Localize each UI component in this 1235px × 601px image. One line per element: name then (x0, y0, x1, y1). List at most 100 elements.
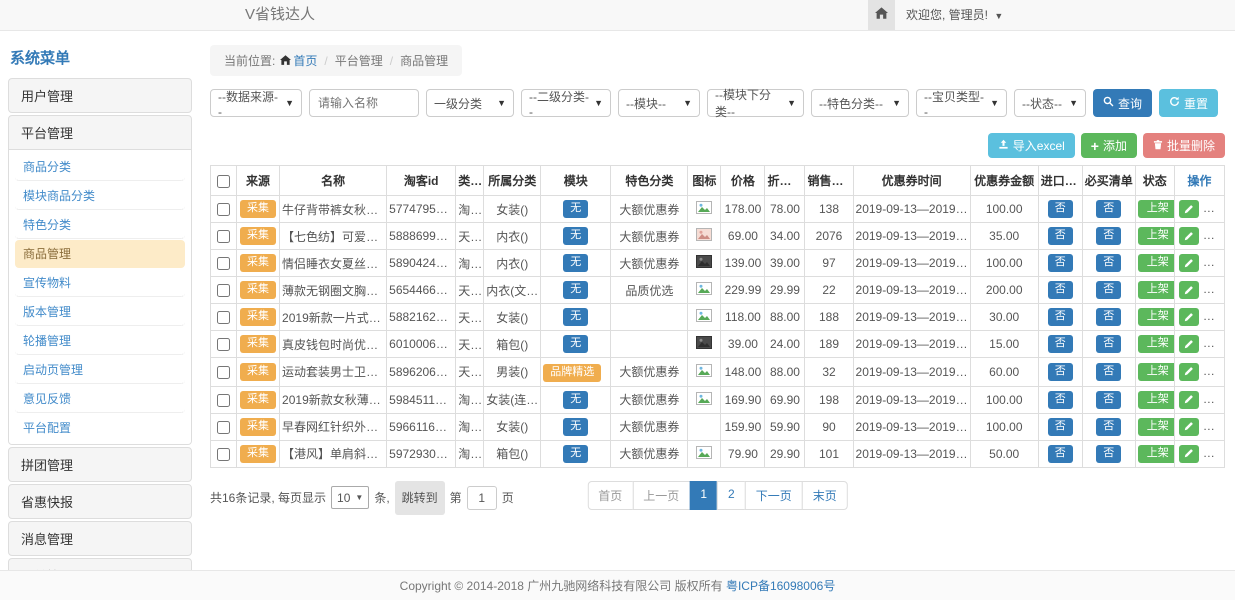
status-badge[interactable]: 上架 (1138, 445, 1175, 463)
sidebar-item[interactable]: 版本管理 (15, 298, 185, 326)
filter-select[interactable]: --模块--▼ (618, 89, 700, 117)
status-cell: 上架 (1135, 277, 1174, 304)
filter-select[interactable]: --二级分类--▼ (521, 89, 611, 117)
row-checkbox[interactable] (217, 338, 230, 351)
pager-button[interactable]: 末页 (802, 481, 848, 510)
search-button[interactable]: 查询 (1093, 89, 1152, 117)
status-badge[interactable]: 上架 (1138, 254, 1175, 272)
row-checkbox[interactable] (217, 257, 230, 270)
must-buy-flag[interactable]: 否 (1096, 254, 1121, 272)
import-select-flag[interactable]: 否 (1048, 254, 1073, 272)
edit-button[interactable] (1179, 363, 1199, 381)
per-page-select[interactable]: 10 ▼ (331, 486, 369, 509)
import-select-flag[interactable]: 否 (1048, 281, 1073, 299)
sidebar-group-header[interactable]: 平台管理 (9, 116, 191, 149)
batch-delete-button[interactable]: 批量删除 (1143, 133, 1225, 158)
add-button[interactable]: + 添加 (1081, 133, 1137, 158)
jump-page-input[interactable] (467, 486, 497, 510)
row-checkbox[interactable] (217, 448, 230, 461)
edit-button[interactable] (1179, 391, 1199, 409)
import-select-flag[interactable]: 否 (1048, 363, 1073, 381)
sidebar-item[interactable]: 商品管理 (15, 240, 185, 268)
status-badge[interactable]: 上架 (1138, 200, 1175, 218)
coupon-amount: 100.00 (970, 196, 1038, 223)
name-search-input[interactable] (309, 89, 419, 117)
pager-button[interactable]: 下一页 (745, 481, 803, 510)
sidebar-item[interactable]: 轮播管理 (15, 327, 185, 355)
filter-select[interactable]: --模块下分类--▼ (707, 89, 804, 117)
breadcrumb-home-link[interactable]: 首页 (293, 52, 317, 69)
row-checkbox[interactable] (217, 284, 230, 297)
edit-button[interactable] (1179, 418, 1199, 436)
must-buy-flag[interactable]: 否 (1096, 227, 1121, 245)
edit-button[interactable] (1179, 200, 1199, 218)
home-button[interactable] (868, 0, 895, 30)
product-type: 天猫 (456, 304, 484, 331)
edit-button[interactable] (1179, 254, 1199, 272)
reset-button[interactable]: 重置 (1159, 89, 1218, 117)
import-select-flag[interactable]: 否 (1048, 445, 1073, 463)
edit-button[interactable] (1179, 281, 1199, 299)
sidebar-item[interactable]: 宣传物料 (15, 269, 185, 297)
must-buy-flag-cell: 否 (1082, 304, 1135, 331)
status-badge[interactable]: 上架 (1138, 418, 1175, 436)
filter-select-label: --二级分类-- (529, 88, 589, 119)
row-checkbox[interactable] (217, 394, 230, 407)
sidebar-group-header[interactable]: 消息管理 (9, 522, 191, 555)
sidebar-group-header[interactable]: 省惠快报 (9, 485, 191, 518)
status-badge[interactable]: 上架 (1138, 227, 1175, 245)
must-buy-flag[interactable]: 否 (1096, 363, 1121, 381)
pager-button[interactable]: 首页 (587, 481, 633, 510)
import-select-flag[interactable]: 否 (1048, 200, 1073, 218)
status-badge[interactable]: 上架 (1138, 335, 1175, 353)
must-buy-flag[interactable]: 否 (1096, 335, 1121, 353)
icon-cell (688, 440, 721, 467)
pager-button[interactable]: 1 (689, 481, 718, 510)
import-excel-button[interactable]: 导入excel (988, 133, 1075, 158)
filter-select[interactable]: --特色分类--▼ (811, 89, 909, 117)
edit-button[interactable] (1179, 445, 1199, 463)
status-badge[interactable]: 上架 (1138, 391, 1175, 409)
icp-link[interactable]: 粤ICP备16098006号 (726, 579, 835, 593)
sidebar-group-header[interactable]: 拼团管理 (9, 448, 191, 481)
must-buy-flag[interactable]: 否 (1096, 418, 1121, 436)
sidebar-item[interactable]: 模块商品分类 (15, 182, 185, 210)
must-buy-flag[interactable]: 否 (1096, 200, 1121, 218)
edit-button[interactable] (1179, 335, 1199, 353)
status-badge[interactable]: 上架 (1138, 281, 1175, 299)
row-checkbox[interactable] (217, 421, 230, 434)
edit-button[interactable] (1179, 227, 1199, 245)
sidebar-item[interactable]: 平台配置 (15, 414, 185, 441)
status-badge[interactable]: 上架 (1138, 363, 1175, 381)
row-checkbox[interactable] (217, 230, 230, 243)
import-select-flag[interactable]: 否 (1048, 391, 1073, 409)
filter-select[interactable]: 一级分类▼ (426, 89, 514, 117)
jump-button[interactable]: 跳转到 (395, 481, 445, 515)
pager-button[interactable]: 上一页 (632, 481, 690, 510)
sidebar-item[interactable]: 意见反馈 (15, 385, 185, 413)
import-select-flag[interactable]: 否 (1048, 335, 1073, 353)
must-buy-flag[interactable]: 否 (1096, 308, 1121, 326)
import-select-flag[interactable]: 否 (1048, 418, 1073, 436)
user-menu[interactable]: 欢迎您, 管理员! ▼ (906, 0, 1003, 31)
sidebar-group-header[interactable]: 用户管理 (9, 79, 191, 112)
row-checkbox[interactable] (217, 311, 230, 324)
import-select-flag[interactable]: 否 (1048, 227, 1073, 245)
must-buy-flag[interactable]: 否 (1096, 445, 1121, 463)
edit-button[interactable] (1179, 308, 1199, 326)
sidebar-group-header[interactable]: 订单管理 (9, 559, 191, 570)
sidebar-item[interactable]: 启动页管理 (15, 356, 185, 384)
must-buy-flag[interactable]: 否 (1096, 391, 1121, 409)
filter-select[interactable]: --状态--▼ (1014, 89, 1086, 117)
must-buy-flag[interactable]: 否 (1096, 281, 1121, 299)
filter-select[interactable]: --数据来源--▼ (210, 89, 302, 117)
pager-button[interactable]: 2 (717, 481, 746, 510)
filter-select[interactable]: --宝贝类型--▼ (916, 89, 1007, 117)
sidebar-item[interactable]: 商品分类 (15, 153, 185, 181)
row-checkbox[interactable] (217, 366, 230, 379)
select-all-checkbox[interactable] (217, 175, 230, 188)
row-checkbox[interactable] (217, 203, 230, 216)
sidebar-item[interactable]: 特色分类 (15, 211, 185, 239)
status-badge[interactable]: 上架 (1138, 308, 1175, 326)
import-select-flag[interactable]: 否 (1048, 308, 1073, 326)
